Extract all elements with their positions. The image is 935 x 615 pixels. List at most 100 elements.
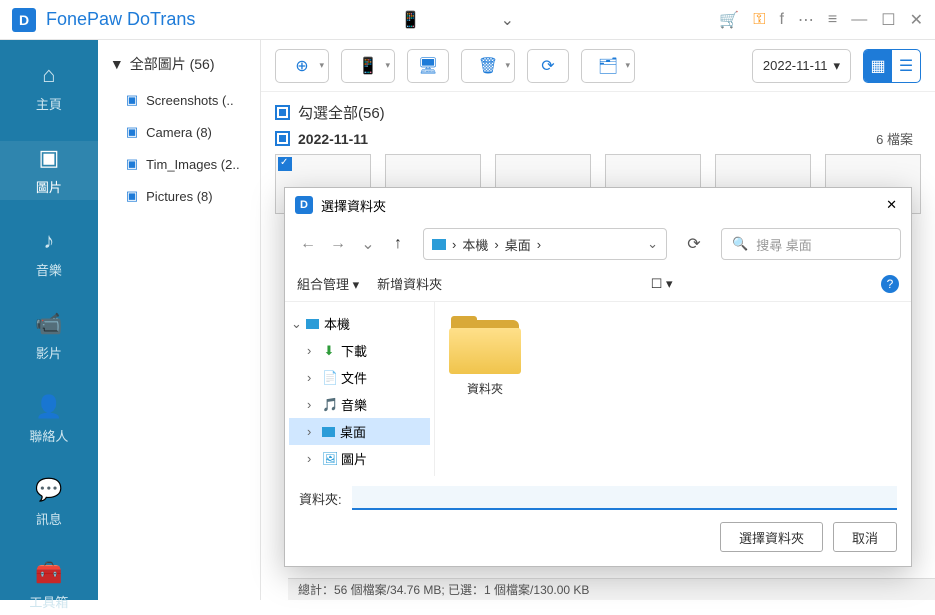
more-button[interactable]: 🗂▾: [581, 49, 635, 83]
sidebar: ⌂ 主頁 ▣ 圖片 ♪ 音樂 📹 影片 👤 聯絡人 💬 訊息 🧰 工具箱: [0, 40, 98, 600]
tree-root[interactable]: ⌄ 本機: [289, 310, 430, 337]
grid-view-button[interactable]: ▦: [864, 50, 892, 82]
dialog-close-icon[interactable]: ✕: [882, 193, 901, 217]
refresh-button[interactable]: ⟳: [527, 49, 569, 83]
organize-button[interactable]: 組合管理 ▾: [297, 274, 359, 293]
help-icon[interactable]: ?: [881, 275, 899, 293]
expand-icon[interactable]: ›: [307, 397, 317, 412]
device-icon[interactable]: 📱: [401, 10, 421, 30]
sidebar-label: 聯絡人: [29, 426, 68, 445]
search-input[interactable]: 🔍 搜尋 桌面: [721, 228, 901, 260]
tree-item-music[interactable]: › 🎵 音樂: [289, 391, 430, 418]
expand-icon[interactable]: ⌄: [291, 316, 301, 332]
export-device-button[interactable]: 📱▾: [341, 49, 395, 83]
select-all-label: 勾選全部(56): [298, 102, 385, 123]
tree-item-pictures[interactable]: › 🖼 圖片: [289, 445, 430, 472]
device-dropdown[interactable]: ⌄: [501, 10, 514, 30]
path-input[interactable]: [352, 486, 897, 510]
tree-item-desktop[interactable]: › 桌面: [289, 418, 430, 445]
view-options-button[interactable]: ☐ ▾: [651, 276, 673, 292]
pic-icon: ▣: [126, 92, 138, 108]
sidebar-item-contacts[interactable]: 👤 聯絡人: [0, 390, 98, 449]
dialog-nav: ← → ⌄ ↑ › 本機 › 桌面 › ⌄ ⟳ 🔍 搜尋 桌面: [285, 222, 911, 266]
sidebar-item-toolbox[interactable]: 🧰 工具箱: [0, 556, 98, 615]
nav-up-button[interactable]: ↑: [385, 231, 411, 257]
album-label: Pictures (8): [146, 189, 212, 204]
breadcrumb-caret[interactable]: ⌄: [647, 236, 658, 252]
search-icon: 🔍: [732, 236, 748, 252]
nav-refresh-button[interactable]: ⟳: [679, 229, 709, 259]
tree-label: 音樂: [341, 395, 367, 414]
expand-icon[interactable]: ›: [307, 343, 317, 358]
path-label: 資料夾:: [299, 489, 342, 508]
album-item[interactable]: ▣ Screenshots (..: [98, 84, 260, 116]
date-group-header[interactable]: 2022-11-11 6 檔案: [261, 127, 935, 154]
date-value: 2022-11-11: [763, 58, 828, 73]
album-header-label: 全部圖片 (56): [130, 54, 215, 74]
menu-icon[interactable]: ≡: [828, 11, 837, 29]
select-all-row[interactable]: 勾選全部(56): [261, 92, 935, 127]
pc-icon: [306, 319, 319, 329]
list-view-button[interactable]: ☰: [892, 50, 920, 82]
sidebar-item-home[interactable]: ⌂ 主頁: [0, 58, 98, 117]
album-label: Tim_Images (2..: [146, 157, 239, 172]
folder-tree: ⌄ 本機 › ⬇ 下載 › 📄 文件 › 🎵 音樂 ›: [285, 302, 435, 476]
key-icon[interactable]: ⚿: [753, 11, 765, 29]
facebook-icon[interactable]: f: [779, 11, 783, 29]
folder-item[interactable]: 資料夾: [449, 316, 521, 397]
maximize-icon[interactable]: ☐: [881, 10, 895, 30]
sidebar-item-videos[interactable]: 📹 影片: [0, 307, 98, 366]
folder-label: 資料夾: [467, 380, 503, 397]
crumb-item[interactable]: 桌面: [505, 235, 531, 254]
app-logo: D: [12, 8, 36, 32]
album-header[interactable]: ▼ 全部圖片 (56): [98, 54, 260, 84]
contacts-icon: 👤: [35, 394, 62, 420]
collapse-icon: ▼: [110, 56, 124, 72]
sidebar-item-photos[interactable]: ▣ 圖片: [0, 141, 98, 200]
crumb-item[interactable]: 本機: [462, 235, 488, 254]
photos-icon: ▣: [39, 145, 60, 171]
cart-icon[interactable]: 🛒: [719, 10, 739, 30]
album-item[interactable]: ▣ Pictures (8): [98, 180, 260, 212]
select-folder-button[interactable]: 選擇資料夾: [720, 522, 823, 552]
crumb-sep: ›: [537, 237, 541, 252]
cancel-button[interactable]: 取消: [833, 522, 897, 552]
new-folder-button[interactable]: 新增資料夾: [377, 274, 442, 293]
download-icon: ⬇: [322, 343, 336, 359]
album-panel: ▼ 全部圖片 (56) ▣ Screenshots (.. ▣ Camera (…: [98, 40, 261, 600]
tree-item-documents[interactable]: › 📄 文件: [289, 364, 430, 391]
tree-item-downloads[interactable]: › ⬇ 下載: [289, 337, 430, 364]
nav-forward-button[interactable]: →: [325, 231, 351, 257]
select-all-checkbox[interactable]: [275, 105, 290, 120]
expand-icon[interactable]: ›: [307, 424, 317, 439]
feedback-icon[interactable]: ⋯: [798, 10, 814, 30]
toolbox-icon: 🧰: [35, 560, 62, 586]
album-item[interactable]: ▣ Camera (8): [98, 116, 260, 148]
nav-back-button[interactable]: ←: [295, 231, 321, 257]
minimize-icon[interactable]: —: [851, 11, 867, 29]
file-area[interactable]: 資料夾: [435, 302, 911, 476]
sidebar-label: 音樂: [36, 260, 62, 279]
breadcrumb[interactable]: › 本機 › 桌面 › ⌄: [423, 228, 667, 260]
expand-icon[interactable]: ›: [307, 370, 317, 385]
tree-label: 圖片: [341, 449, 367, 468]
thumb-check[interactable]: [278, 157, 292, 171]
expand-icon[interactable]: ›: [307, 451, 317, 466]
nav-recent-button[interactable]: ⌄: [355, 231, 381, 257]
delete-button[interactable]: 🗑▾: [461, 49, 515, 83]
crumb-sep: ›: [494, 237, 498, 252]
add-button[interactable]: ⊕▾: [275, 49, 329, 83]
date-checkbox[interactable]: [275, 131, 290, 146]
view-toggle: ▦ ☰: [863, 49, 921, 83]
album-item[interactable]: ▣ Tim_Images (2..: [98, 148, 260, 180]
export-pc-button[interactable]: 🖥: [407, 49, 449, 83]
music-icon: ♪: [43, 228, 54, 254]
sidebar-item-music[interactable]: ♪ 音樂: [0, 224, 98, 283]
sidebar-label: 工具箱: [29, 592, 68, 611]
date-picker[interactable]: 2022-11-11 ▾: [752, 49, 851, 83]
messages-icon: 💬: [35, 477, 62, 503]
close-icon[interactable]: ✕: [910, 10, 923, 30]
sidebar-item-messages[interactable]: 💬 訊息: [0, 473, 98, 532]
pic-icon: ▣: [126, 124, 138, 140]
pic-icon: ▣: [126, 188, 138, 204]
